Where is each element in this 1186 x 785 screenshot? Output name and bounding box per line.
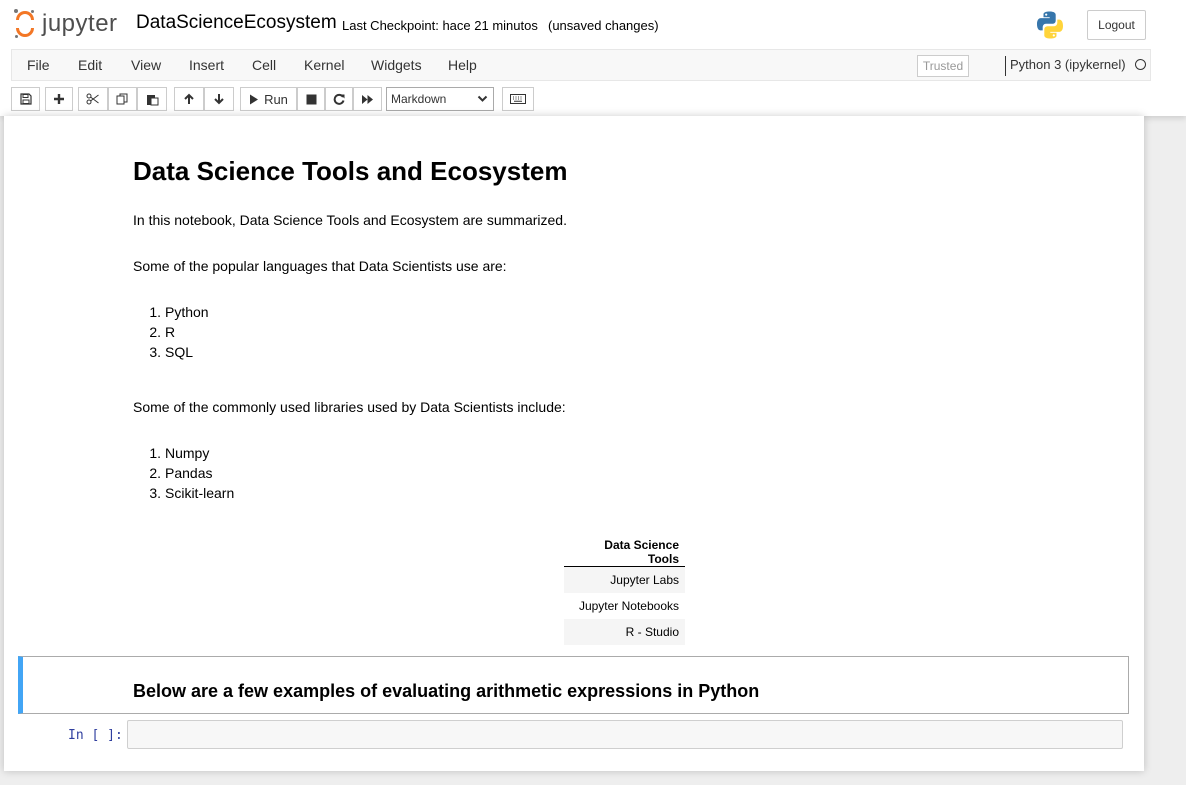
cell-type-value: Markdown [391, 92, 447, 106]
menu-edit[interactable]: Edit [78, 57, 102, 73]
table-cell: Jupyter Notebooks [578, 598, 679, 613]
play-icon [250, 94, 259, 104]
move-down-button[interactable] [204, 87, 234, 111]
libraries-intro: Some of the commonly used libraries used… [133, 399, 566, 415]
menu-widgets[interactable]: Widgets [371, 57, 422, 73]
run-button[interactable]: Run [240, 87, 297, 111]
list-item: 3. Scikit-learn [149, 485, 235, 501]
menu-help[interactable]: Help [448, 57, 477, 73]
list-item: 3. SQL [149, 344, 194, 360]
paste-button[interactable] [137, 87, 167, 111]
table-cell: Jupyter Labs [564, 566, 685, 593]
restart-run-all-button[interactable] [353, 87, 382, 111]
languages-intro: Some of the popular languages that Data … [133, 258, 507, 274]
menu-insert[interactable]: Insert [189, 57, 224, 73]
table-row: Jupyter Labs [564, 566, 685, 593]
copy-button[interactable] [108, 87, 137, 111]
jupyter-logo[interactable]: jupyter [14, 9, 118, 39]
table-row: Jupyter Notebooks [564, 593, 685, 619]
plus-icon [54, 94, 64, 104]
selected-markdown-cell[interactable]: Below are a few examples of evaluating a… [18, 656, 1129, 714]
command-palette-button[interactable] [502, 87, 534, 111]
save-button[interactable] [11, 87, 40, 111]
cut-icon [86, 93, 99, 105]
intro-text: In this notebook, Data Science Tools and… [133, 212, 567, 228]
menu-kernel[interactable]: Kernel [304, 57, 344, 73]
notebook-container: Data Science Tools and Ecosystem In this… [4, 116, 1144, 771]
menubar: File Edit View Insert Cell Kernel Widget… [11, 49, 1151, 81]
page-title: Data Science Tools and Ecosystem [133, 156, 568, 186]
languages-list: 1. Python 2. R 3. SQL [145, 302, 209, 362]
toolbar: Run Markdown [11, 87, 1151, 111]
notebook-name[interactable]: DataScienceEcosystem [136, 12, 337, 34]
chevron-down-icon [477, 95, 488, 102]
paste-icon [146, 94, 158, 105]
python-logo-icon [1037, 11, 1063, 39]
tools-table: Data Science Tools Jupyter Labs Jupyter … [564, 538, 685, 645]
stop-icon [306, 94, 316, 104]
run-label: Run [264, 91, 288, 107]
fast-forward-icon [362, 94, 373, 104]
list-item: 1. Numpy [149, 445, 210, 461]
save-icon [19, 93, 32, 105]
menu-view[interactable]: View [131, 57, 161, 73]
header: jupyter DataScienceEcosystem Last Checkp… [0, 0, 1186, 116]
keyboard-icon [510, 94, 526, 104]
restart-button[interactable] [325, 87, 353, 111]
kernel-separator [1005, 56, 1006, 76]
list-item: 2. Pandas [149, 465, 213, 481]
unsaved-indicator: (unsaved changes) [548, 18, 659, 33]
cell-type-select[interactable]: Markdown [386, 87, 494, 111]
arrow-down-icon [214, 94, 224, 105]
jupyter-logo-icon [14, 9, 36, 39]
kernel-name[interactable]: Python 3 (ipykernel) [1010, 57, 1126, 72]
logout-button[interactable]: Logout [1087, 10, 1146, 40]
copy-icon [116, 93, 128, 104]
table-row: R - Studio [564, 618, 685, 645]
libraries-list: 1. Numpy 2. Pandas 3. Scikit-learn [145, 443, 234, 503]
list-item: 1. Python [149, 304, 209, 320]
arrow-up-icon [184, 93, 194, 104]
logo-text: jupyter [42, 10, 118, 37]
menu-file[interactable]: File [27, 57, 50, 73]
move-up-button[interactable] [174, 87, 204, 111]
table-cell: R - Studio [564, 618, 685, 645]
kernel-idle-icon [1135, 59, 1146, 70]
cell-heading: Below are a few examples of evaluating a… [133, 681, 760, 701]
input-prompt: In [ ]: [68, 728, 123, 743]
table-header: Data Science Tools [564, 538, 685, 567]
code-cell-input[interactable] [127, 720, 1123, 749]
list-item: 2. R [149, 324, 176, 340]
checkpoint-status: Last Checkpoint: hace 21 minutos [342, 18, 538, 33]
insert-cell-button[interactable] [45, 87, 73, 111]
interrupt-button[interactable] [297, 87, 325, 111]
restart-icon [333, 93, 345, 105]
trusted-indicator[interactable]: Trusted [917, 55, 969, 77]
menu-cell[interactable]: Cell [252, 57, 276, 73]
cut-button[interactable] [78, 87, 108, 111]
